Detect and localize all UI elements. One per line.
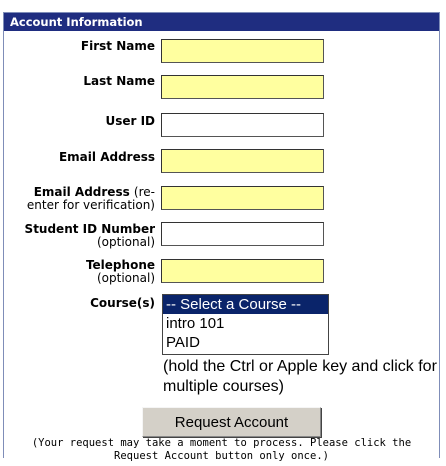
telephone-label-main: Telephone [85,258,155,272]
student-id-label-main: Student ID Number [24,222,155,236]
email-verify-label-inline: (re- [133,185,155,199]
section-header: Account Information [4,13,439,31]
telephone-label-sub: (optional) [97,271,155,285]
processing-note-line1: (Your request may take a moment to proce… [31,437,412,449]
email-field[interactable] [161,149,324,173]
top-cropped-text [0,0,446,12]
course-option[interactable]: PAID [163,333,328,352]
request-account-button[interactable]: Request Account [142,407,321,437]
user-id-label: User ID [105,114,155,128]
processing-note: (Your request may take a moment to proce… [4,437,439,463]
email-label: Email Address [58,150,155,164]
email-verify-field[interactable] [161,186,324,210]
course-hint-text: (hold the Ctrl or Apple key and click fo… [163,358,437,395]
first-name-label: First Name [80,39,155,53]
processing-note-line2: Request Account button only once.) [114,450,329,462]
email-verify-label-sub: enter for verification) [26,198,155,212]
email-verify-label-main: Email Address [33,185,130,199]
courses-label: Course(s) [90,296,155,310]
student-id-label: Student ID Number (optional) [25,223,155,249]
first-name-field[interactable] [161,39,324,63]
last-name-field[interactable] [161,75,324,99]
course-select[interactable]: -- Select a Course -- intro 101 PAID [162,294,329,355]
student-id-label-sub: (optional) [97,235,155,249]
student-id-field[interactable] [161,222,324,246]
account-information-panel: Account Information First Name Last Name… [3,12,440,462]
course-option[interactable]: -- Select a Course -- [163,295,328,314]
email-verify-label: Email Address (re- enter for verificatio… [27,186,155,212]
telephone-field[interactable] [161,259,324,283]
telephone-label: Telephone (optional) [86,259,155,285]
user-id-field[interactable] [161,113,324,137]
last-name-label: Last Name [83,74,155,88]
course-option[interactable]: intro 101 [163,314,328,333]
